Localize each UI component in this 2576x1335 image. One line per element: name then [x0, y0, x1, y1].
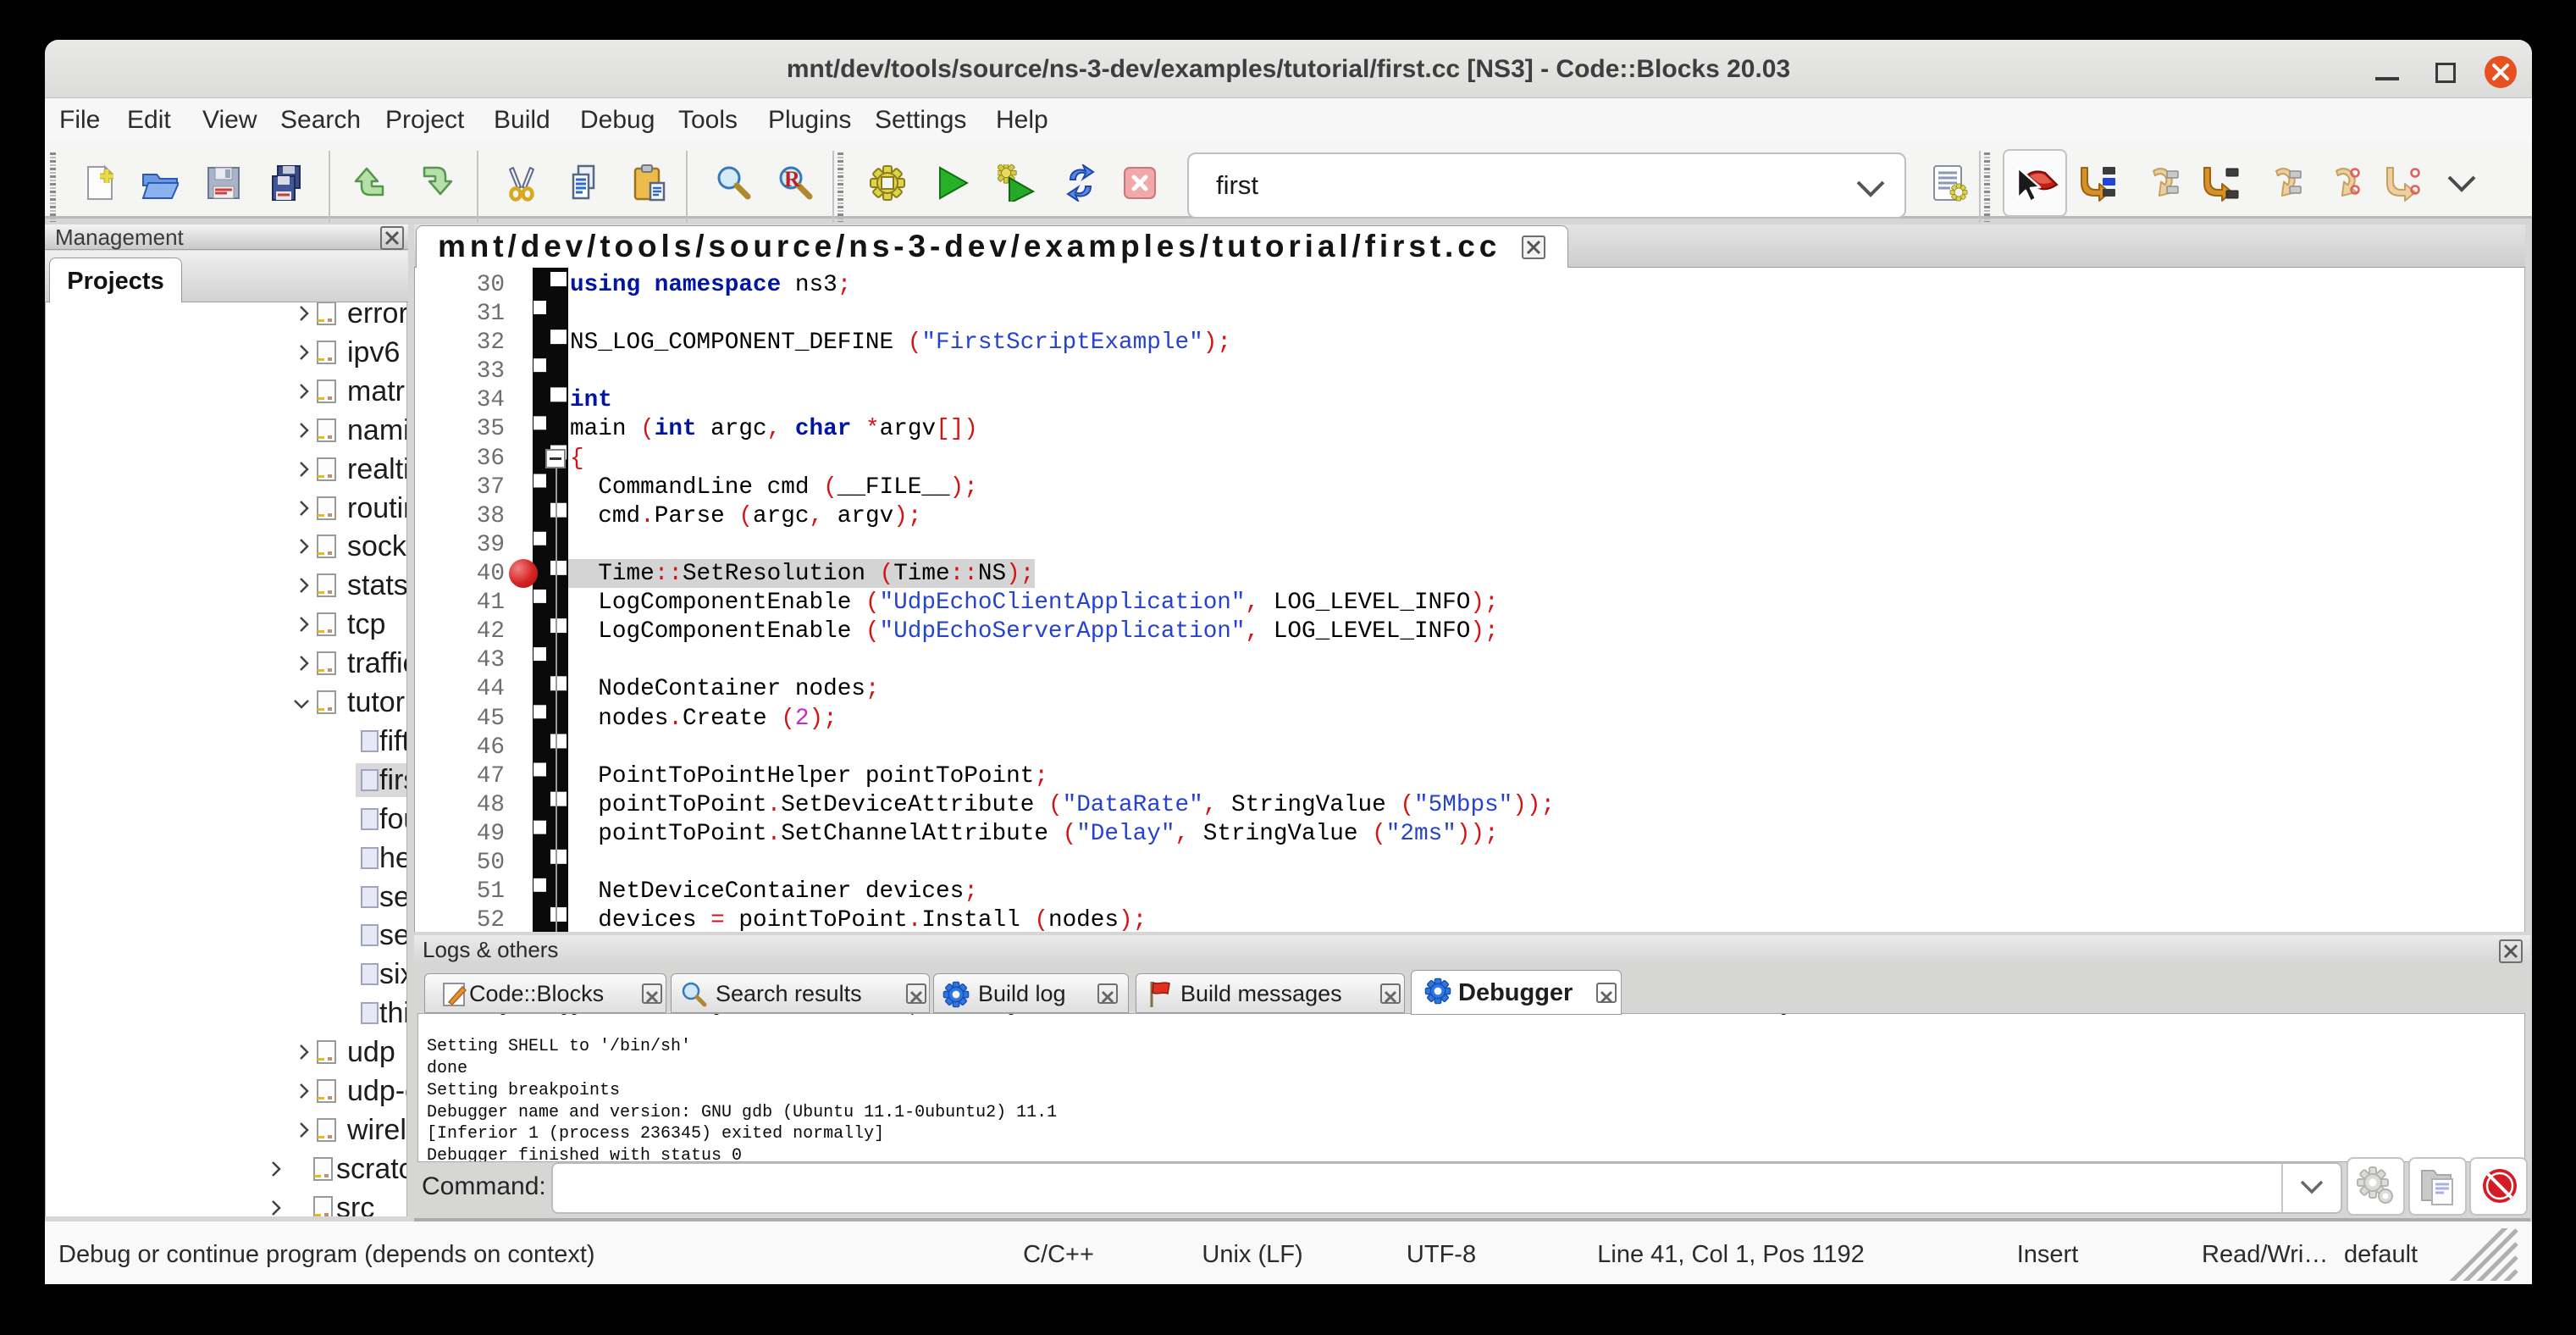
svg-text:R: R [784, 167, 800, 191]
